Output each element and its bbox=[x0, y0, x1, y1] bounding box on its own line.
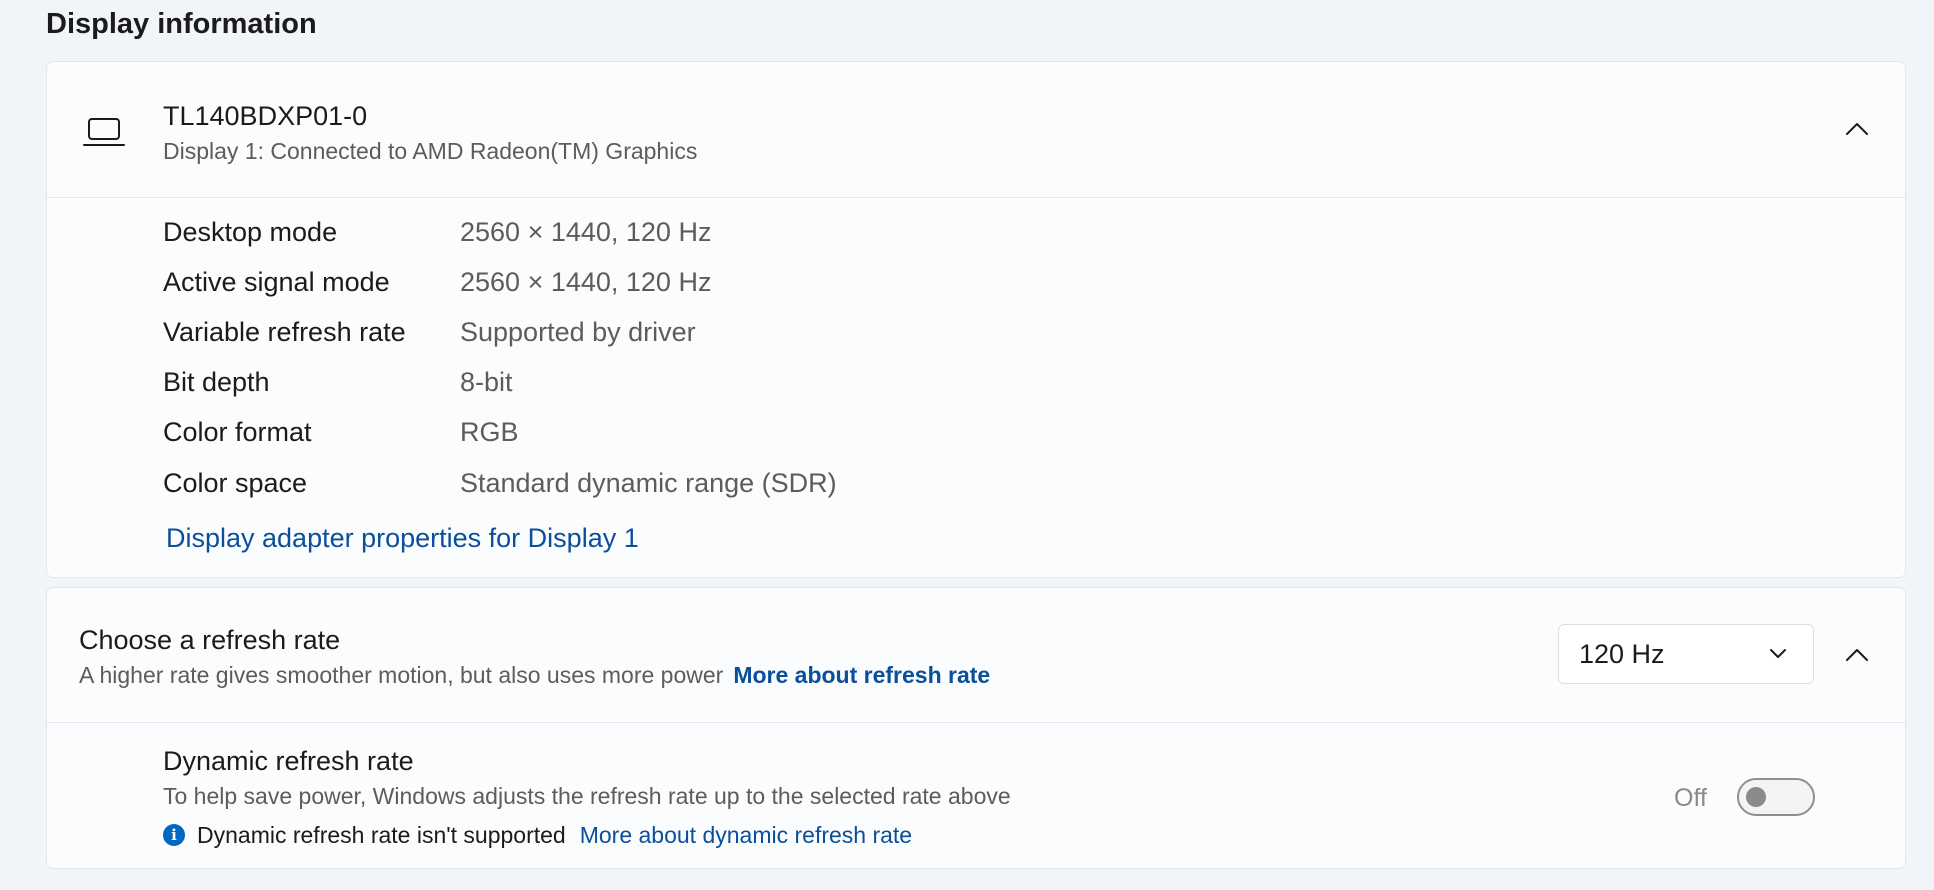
refresh-rate-description: A higher rate gives smoother motion, but… bbox=[79, 662, 990, 689]
chevron-up-icon bbox=[1846, 649, 1868, 661]
dynamic-refresh-toggle-label: Off bbox=[1674, 784, 1707, 812]
refresh-rate-dropdown[interactable]: 120 Hz bbox=[1558, 624, 1814, 684]
detail-label: Desktop mode bbox=[163, 217, 338, 247]
detail-value: 2560 × 1440, 120 Hz bbox=[460, 217, 712, 247]
display-header[interactable]: TL140BDXP01-0 Display 1: Connected to AM… bbox=[47, 62, 1905, 198]
refresh-rate-header: Choose a refresh rate A higher rate give… bbox=[47, 588, 1905, 723]
detail-value: 8-bit bbox=[460, 367, 513, 397]
detail-value: 2560 × 1440, 120 Hz bbox=[460, 267, 712, 297]
refresh-rate-description-text: A higher rate gives smoother motion, but… bbox=[79, 662, 724, 688]
laptop-icon bbox=[83, 118, 125, 146]
detail-label: Variable refresh rate bbox=[163, 317, 406, 347]
chevron-down-icon bbox=[1770, 649, 1786, 658]
more-about-refresh-rate-link[interactable]: More about refresh rate bbox=[733, 662, 990, 688]
detail-label: Color space bbox=[163, 468, 308, 498]
detail-label: Color format bbox=[163, 417, 312, 447]
dynamic-refresh-note: i Dynamic refresh rate isn't supported M… bbox=[163, 820, 912, 850]
detail-value: RGB bbox=[460, 417, 519, 447]
collapse-refresh-rate-button[interactable] bbox=[1837, 635, 1877, 675]
display-info-card: TL140BDXP01-0 Display 1: Connected to AM… bbox=[46, 61, 1906, 578]
refresh-rate-selected: 120 Hz bbox=[1579, 639, 1665, 669]
monitor-name: TL140BDXP01-0 bbox=[163, 101, 368, 131]
toggle-knob bbox=[1746, 787, 1766, 807]
detail-label: Bit depth bbox=[163, 367, 270, 397]
dynamic-refresh-title: Dynamic refresh rate bbox=[163, 746, 414, 776]
chevron-up-icon bbox=[1846, 123, 1868, 135]
display-adapter-properties-link[interactable]: Display adapter properties for Display 1 bbox=[166, 523, 639, 554]
detail-label: Active signal mode bbox=[163, 267, 390, 297]
dynamic-refresh-toggle[interactable] bbox=[1737, 778, 1815, 816]
more-about-dynamic-refresh-link[interactable]: More about dynamic refresh rate bbox=[580, 822, 912, 849]
monitor-connection: Display 1: Connected to AMD Radeon(TM) G… bbox=[163, 138, 698, 164]
collapse-display-button[interactable] bbox=[1837, 109, 1877, 149]
dynamic-refresh-description: To help save power, Windows adjusts the … bbox=[163, 783, 1011, 809]
dynamic-refresh-unsupported-text: Dynamic refresh rate isn't supported bbox=[197, 821, 566, 848]
section-title: Display information bbox=[46, 8, 317, 40]
detail-value: Standard dynamic range (SDR) bbox=[460, 468, 837, 498]
refresh-rate-title: Choose a refresh rate bbox=[79, 625, 341, 655]
detail-value: Supported by driver bbox=[460, 317, 696, 347]
info-icon: i bbox=[163, 824, 185, 846]
refresh-rate-card: Choose a refresh rate A higher rate give… bbox=[46, 587, 1906, 869]
